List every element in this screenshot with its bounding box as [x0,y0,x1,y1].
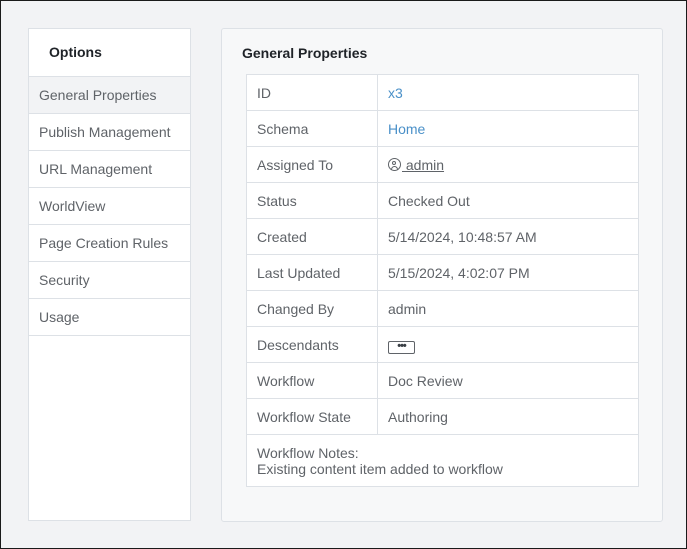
row-value: admin [377,146,639,183]
options-sidebar: Options General Properties Publish Manag… [28,28,191,521]
workflow-notes-label: Workflow Notes: [257,444,359,461]
table-row-assigned-to: Assigned To admin [246,146,639,183]
row-value: 5/14/2024, 10:48:57 AM [377,218,639,255]
sidebar-title: Options [29,29,190,77]
general-properties-panel: General Properties ID x3 Schema Home Ass… [221,28,663,522]
row-value: Authoring [377,398,639,435]
row-value: ••• [377,326,639,363]
properties-table: ID x3 Schema Home Assigned To admin Stat… [246,74,639,487]
row-label: Assigned To [246,146,378,183]
row-label: Workflow [246,362,378,399]
schema-link[interactable]: Home [388,121,425,137]
table-row-created: Created 5/14/2024, 10:48:57 AM [246,218,639,255]
row-label: Schema [246,110,378,147]
sidebar-item-page-creation-rules[interactable]: Page Creation Rules [29,225,190,262]
row-value: Checked Out [377,182,639,219]
table-row-last-updated: Last Updated 5/15/2024, 4:02:07 PM [246,254,639,291]
row-label: Workflow State [246,398,378,435]
sidebar-item-publish-management[interactable]: Publish Management [29,114,190,151]
table-row-workflow-notes: Workflow Notes: Existing content item ad… [246,434,639,487]
row-value: Doc Review [377,362,639,399]
workflow-notes-value: Existing content item added to workflow [257,460,503,477]
row-label: Last Updated [246,254,378,291]
id-link[interactable]: x3 [388,85,403,101]
table-row-workflow-state: Workflow State Authoring [246,398,639,435]
row-value: 5/15/2024, 4:02:07 PM [377,254,639,291]
table-row-status: Status Checked Out [246,182,639,219]
row-value: Home [377,110,639,147]
user-circle-icon [388,157,401,171]
sidebar-item-url-management[interactable]: URL Management [29,151,190,188]
sidebar-item-worldview[interactable]: WorldView [29,188,190,225]
table-row-descendants: Descendants ••• [246,326,639,363]
row-label: Descendants [246,326,378,363]
workflow-notes: Workflow Notes: Existing content item ad… [246,434,639,487]
table-row-id: ID x3 [246,74,639,111]
sidebar-item-general-properties[interactable]: General Properties [29,77,190,114]
table-row-workflow: Workflow Doc Review [246,362,639,399]
row-label: ID [246,74,378,111]
row-label: Status [246,182,378,219]
row-value: x3 [377,74,639,111]
row-value: admin [377,290,639,327]
table-row-schema: Schema Home [246,110,639,147]
sidebar-item-security[interactable]: Security [29,262,190,299]
descendants-more-button[interactable]: ••• [388,340,415,354]
row-label: Changed By [246,290,378,327]
assigned-user-name: admin [402,156,445,173]
panel-title: General Properties [242,45,368,61]
assigned-user-link[interactable]: admin [388,157,444,173]
row-label: Created [246,218,378,255]
sidebar-item-usage[interactable]: Usage [29,299,190,336]
table-row-changed-by: Changed By admin [246,290,639,327]
